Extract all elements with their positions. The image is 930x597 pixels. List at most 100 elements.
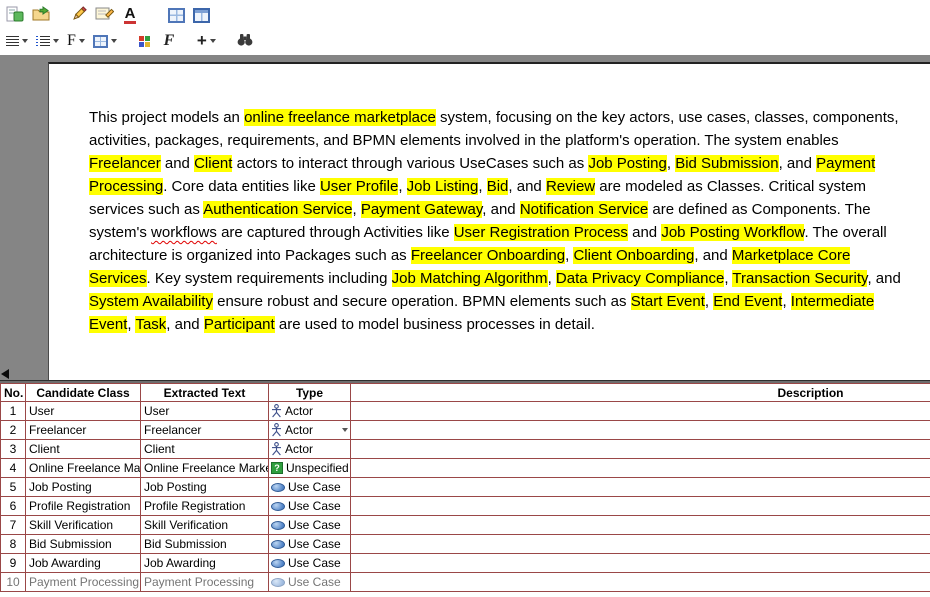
cell-description[interactable] [351,554,930,573]
header-no[interactable]: No. [1,384,26,402]
cell-candidate-class[interactable]: Profile Registration [26,497,141,516]
cell-description[interactable] [351,535,930,554]
document-page[interactable]: This project models an online freelance … [48,62,930,380]
cell-extracted-text[interactable]: Online Freelance Marketplace [141,459,269,478]
highlighted-term: Freelancer Onboarding [411,247,565,264]
open-import-button[interactable] [28,3,55,27]
header-description[interactable]: Description [351,384,930,402]
highlighted-term: Freelancer [89,155,161,172]
cell-description[interactable] [351,402,930,421]
formula-icon: F [164,33,175,49]
table-view-button[interactable] [164,3,189,27]
cell-candidate-class[interactable]: Job Posting [26,478,141,497]
cell-extracted-text[interactable]: Profile Registration [141,497,269,516]
cell-candidate-class[interactable]: Bid Submission [26,535,141,554]
cell-candidate-class[interactable]: Skill Verification [26,516,141,535]
table-row[interactable]: 7 Skill Verification Skill Verification … [1,516,930,535]
table-row[interactable]: 8 Bid Submission Bid Submission Use Case [1,535,930,554]
table-row[interactable]: 2 Freelancer Freelancer Actor [1,421,930,440]
cell-candidate-class[interactable]: Payment Processing [26,573,141,592]
table-row[interactable]: 5 Job Posting Job Posting Use Case [1,478,930,497]
highlighter-button[interactable] [67,3,91,27]
cell-extracted-text[interactable]: Job Posting [141,478,269,497]
cell-no[interactable]: 4 [1,459,26,478]
cell-type[interactable]: Actor [269,402,351,421]
edit-note-icon [95,6,114,24]
cell-no[interactable]: 7 [1,516,26,535]
formula-button[interactable]: F [157,29,181,53]
doc-paragraph[interactable]: This project models an online freelance … [89,106,906,336]
misspelled-word: workflows [151,224,217,241]
cell-description[interactable] [351,497,930,516]
cell-extracted-text[interactable]: Payment Processing [141,573,269,592]
table-view-alt-button[interactable] [189,3,214,27]
cell-no[interactable]: 5 [1,478,26,497]
cell-type[interactable]: Use Case [269,554,351,573]
cell-no[interactable]: 9 [1,554,26,573]
cell-description[interactable] [351,440,930,459]
table-row[interactable]: 1 User User Actor [1,402,930,421]
cell-candidate-class[interactable]: User [26,402,141,421]
cell-description[interactable] [351,478,930,497]
type-icon [271,404,282,418]
cell-type[interactable]: Use Case [269,478,351,497]
cell-extracted-text[interactable]: Bid Submission [141,535,269,554]
cell-no[interactable]: 6 [1,497,26,516]
cell-type[interactable]: ? Unspecified [269,459,351,478]
cell-type[interactable]: Use Case [269,535,351,554]
cell-candidate-class[interactable]: Client [26,440,141,459]
header-candidate-class[interactable]: Candidate Class [26,384,141,402]
textual-analysis-button[interactable] [2,3,28,27]
cell-description[interactable] [351,421,930,440]
cell-description[interactable] [351,573,930,592]
cell-no[interactable]: 8 [1,535,26,554]
color-grid-button[interactable] [133,29,157,53]
list-style-dropdown[interactable] [32,29,63,53]
cell-candidate-class[interactable]: Job Awarding [26,554,141,573]
table-row[interactable]: 3 Client Client Actor [1,440,930,459]
cell-no[interactable]: 1 [1,402,26,421]
collapse-left-icon[interactable] [1,369,9,379]
plain-text: , [478,178,486,195]
table-row[interactable]: 10 Payment Processing Payment Processing… [1,573,930,592]
cell-candidate-class[interactable]: Online Freelance Marketplace [26,459,141,478]
type-dropdown-arrow[interactable] [342,428,348,432]
header-extracted-text[interactable]: Extracted Text [141,384,269,402]
add-candidate-dropdown[interactable]: + [193,29,220,53]
insert-table-dropdown[interactable] [89,29,121,53]
cell-type[interactable]: Use Case [269,516,351,535]
cell-description[interactable] [351,459,930,478]
header-type[interactable]: Type [269,384,351,402]
cell-type[interactable]: Actor [269,421,351,440]
cell-extracted-text[interactable]: Client [141,440,269,459]
cell-extracted-text[interactable]: User [141,402,269,421]
table-row[interactable]: 9 Job Awarding Job Awarding Use Case [1,554,930,573]
find-button[interactable] [232,29,258,53]
cell-type[interactable]: Use Case [269,573,351,592]
cell-type[interactable]: Use Case [269,497,351,516]
font-family-dropdown[interactable]: F [63,29,89,53]
table-row[interactable]: 6 Profile Registration Profile Registrat… [1,497,930,516]
cell-extracted-text[interactable]: Freelancer [141,421,269,440]
plain-text: , and [482,201,520,218]
cell-type[interactable]: Actor [269,440,351,459]
table-row[interactable]: 4 Online Freelance Marketplace Online Fr… [1,459,930,478]
cell-description[interactable] [351,516,930,535]
highlighted-term: Transaction Security [732,270,867,287]
plain-text: , and [779,155,817,172]
cell-extracted-text[interactable]: Skill Verification [141,516,269,535]
edit-text-button[interactable] [91,3,118,27]
highlighted-term: Authentication Service [203,201,352,218]
cell-no[interactable]: 10 [1,573,26,592]
font-style-button[interactable]: A [118,3,142,27]
cell-no[interactable]: 3 [1,440,26,459]
type-cell-content: Use Case [271,499,348,513]
candidate-table-pane: No. Candidate Class Extracted Text Type … [0,383,930,597]
highlight-option-dropdown[interactable] [2,29,32,53]
cell-extracted-text[interactable]: Job Awarding [141,554,269,573]
cell-candidate-class[interactable]: Freelancer [26,421,141,440]
highlighted-term: Job Listing [407,178,479,195]
plain-text: actors to interact through various UseCa… [232,155,588,172]
cell-no[interactable]: 2 [1,421,26,440]
type-cell-content: Use Case [271,556,348,570]
